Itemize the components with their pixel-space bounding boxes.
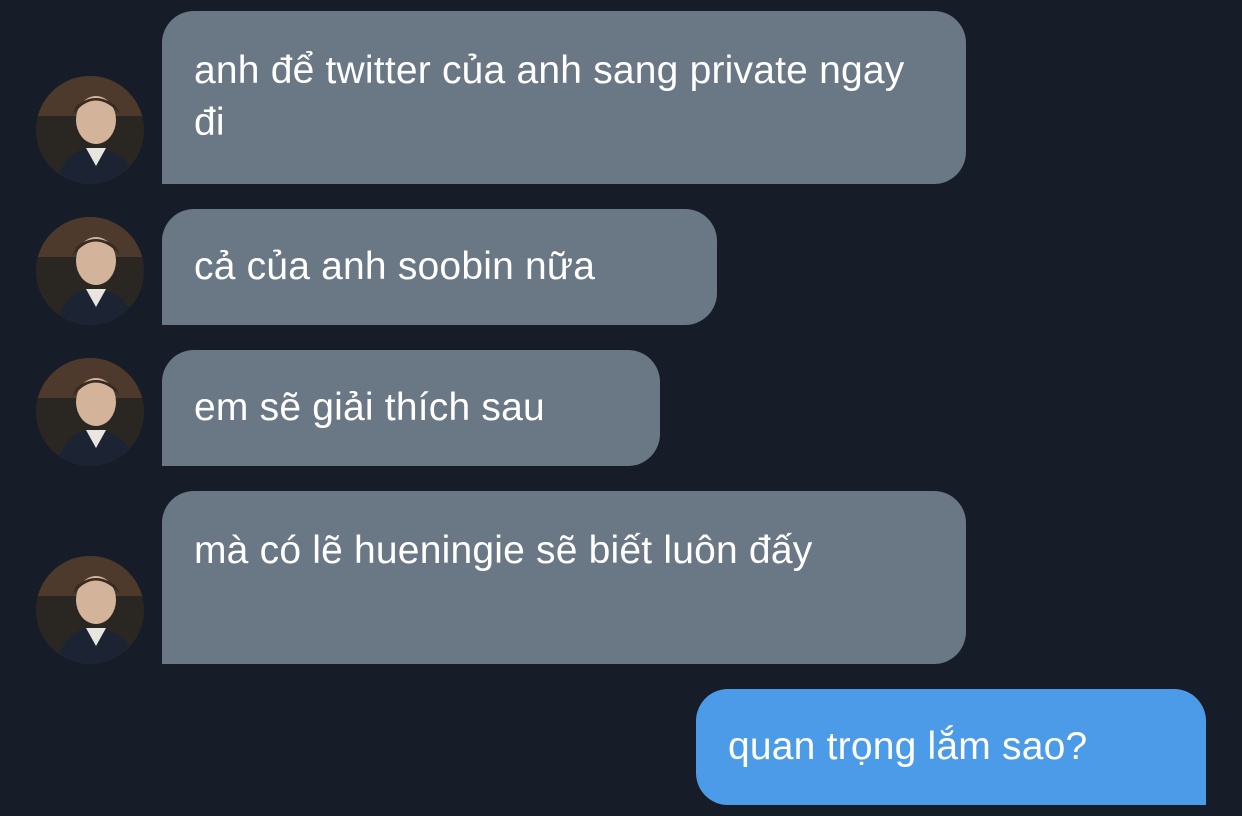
sender-avatar[interactable] [36,76,144,184]
outgoing-message-bubble[interactable]: quan trọng lắm sao? [696,689,1206,805]
avatar-photo [36,76,144,184]
incoming-message-bubble[interactable]: anh để twitter của anh sang private ngay… [162,11,966,184]
message-text: quan trọng lắm sao? [728,725,1088,768]
incoming-message-bubble[interactable]: mà có lẽ hueningie sẽ biết luôn đấy [162,491,966,664]
incoming-message-bubble[interactable]: em sẽ giải thích sau [162,350,660,466]
incoming-message-bubble[interactable]: cả của anh soobin nữa [162,209,717,325]
message-text: mà có lẽ hueningie sẽ biết luôn đấy [194,529,813,572]
sender-avatar[interactable] [36,358,144,466]
avatar-photo [36,217,144,325]
avatar-photo [36,556,144,664]
sender-avatar[interactable] [36,556,144,664]
avatar-photo [36,358,144,466]
message-text: anh để twitter của anh sang private ngay… [194,49,905,144]
message-text: cả của anh soobin nữa [194,245,596,288]
sender-avatar[interactable] [36,217,144,325]
message-text: em sẽ giải thích sau [194,386,545,429]
